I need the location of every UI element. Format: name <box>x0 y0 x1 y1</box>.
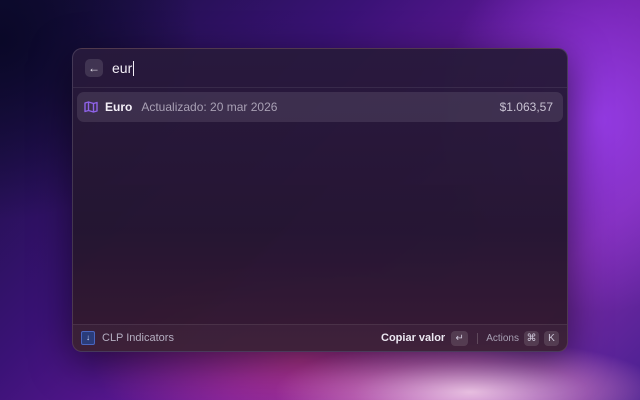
result-value: $1.063,57 <box>499 100 553 114</box>
enter-key-icon: ↵ <box>451 330 469 346</box>
result-title: Euro <box>105 100 133 114</box>
search-input[interactable]: eur <box>112 60 135 76</box>
arrow-left-icon: ← <box>88 61 100 75</box>
actions-button[interactable]: Actions <box>486 333 519 344</box>
search-bar: ← eur <box>73 49 567 88</box>
results-list: Euro Actualizado: 20 mar 2026 $1.063,57 <box>77 92 563 122</box>
copy-value-button[interactable]: Copiar valor <box>381 332 445 344</box>
command-key-icon: ⌘ <box>524 330 539 346</box>
result-subtitle: Actualizado: 20 mar 2026 <box>141 100 278 114</box>
back-button[interactable]: ← <box>85 59 103 77</box>
k-key-icon: K <box>544 330 559 346</box>
desktop-background: ← eur Euro Actualizado: 20 mar 2026 $1.0… <box>0 0 640 400</box>
indicator-icon: ↓ <box>81 331 95 345</box>
list-item[interactable]: Euro Actualizado: 20 mar 2026 $1.063,57 <box>77 92 563 122</box>
launcher-window: ← eur Euro Actualizado: 20 mar 2026 $1.0… <box>72 48 568 352</box>
action-bar: ↓ CLP Indicators Copiar valor ↵ Actions … <box>73 324 567 351</box>
extension-name: CLP Indicators <box>102 332 174 344</box>
footer-divider <box>477 332 479 344</box>
search-query: eur <box>112 60 133 76</box>
text-caret <box>133 60 135 76</box>
map-icon <box>83 99 99 115</box>
